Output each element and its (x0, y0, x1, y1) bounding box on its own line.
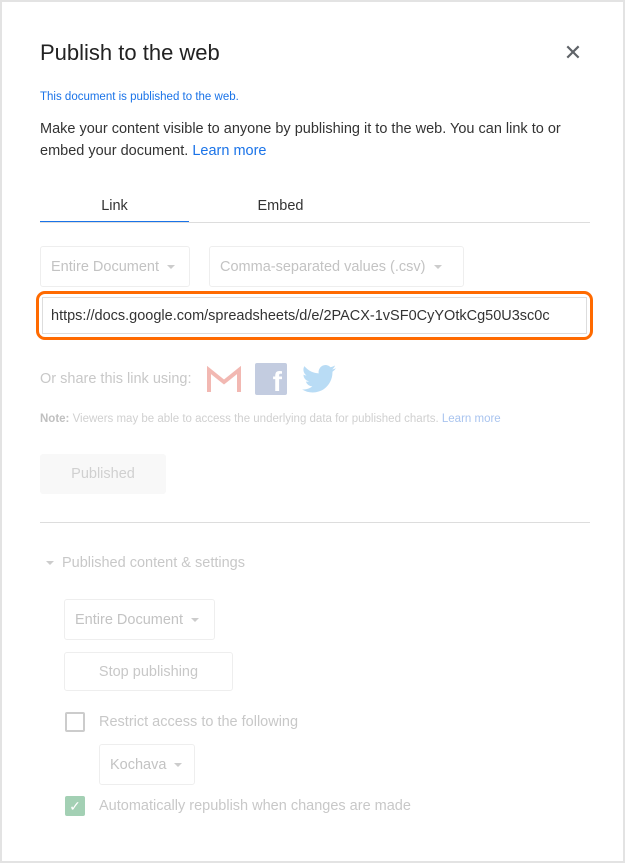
dialog-title: Publish to the web (40, 40, 220, 65)
tab-divider (40, 222, 590, 223)
note-learn-more-link[interactable]: Learn more (442, 413, 501, 425)
facebook-icon[interactable]: f (255, 363, 287, 395)
description: Make your content visible to anyone by p… (40, 118, 590, 162)
chevron-down-icon (167, 264, 175, 269)
note: Note: Viewers may be able to access the … (40, 413, 501, 425)
settings-toggle[interactable]: Published content & settings (46, 555, 245, 571)
tab-link[interactable]: Link (40, 198, 189, 223)
close-icon[interactable]: ✕ (562, 42, 584, 64)
published-url-input[interactable]: https://docs.google.com/spreadsheets/d/e… (42, 297, 587, 334)
published-button[interactable]: Published (40, 454, 166, 494)
restrict-access-label: Restrict access to the following (99, 714, 299, 730)
dialog: Publish to the web ✕ This document is pu… (0, 0, 625, 863)
share-label: Or share this link using: (40, 371, 192, 387)
gmail-icon[interactable] (207, 366, 241, 394)
chevron-down-icon (46, 561, 54, 565)
format-select[interactable]: Comma-separated values (.csv) (209, 246, 464, 287)
learn-more-link[interactable]: Learn more (192, 143, 266, 159)
description-text: Make your content visible to anyone by p… (40, 121, 561, 159)
format-select-value: Comma-separated values (.csv) (220, 258, 426, 275)
org-select-value: Kochava (110, 756, 167, 773)
chevron-down-icon (174, 762, 183, 767)
settings-header: Published content & settings (62, 555, 245, 571)
chevron-down-icon (191, 617, 199, 622)
auto-republish-label: Automatically republish when changes are… (99, 798, 411, 814)
stop-publishing-button[interactable]: Stop publishing (64, 652, 233, 691)
note-text: Viewers may be able to access the underl… (72, 413, 439, 425)
auto-republish-checkbox[interactable]: ✓ (65, 796, 85, 816)
org-select[interactable]: Kochava (99, 744, 195, 785)
twitter-icon[interactable] (302, 364, 336, 394)
scope-select-value: Entire Document (51, 258, 159, 275)
section-divider (40, 522, 590, 523)
restrict-access-checkbox[interactable] (65, 712, 85, 732)
url-highlight: https://docs.google.com/spreadsheets/d/e… (36, 291, 593, 340)
scope-select[interactable]: Entire Document (40, 246, 190, 287)
settings-scope-select[interactable]: Entire Document (64, 599, 215, 640)
settings-scope-value: Entire Document (75, 611, 183, 628)
note-label: Note: (40, 413, 70, 425)
publish-status: This document is published to the web. (40, 91, 239, 103)
checkmark-icon: ✓ (69, 798, 81, 814)
tab-embed[interactable]: Embed (189, 198, 372, 223)
chevron-down-icon (433, 264, 442, 269)
